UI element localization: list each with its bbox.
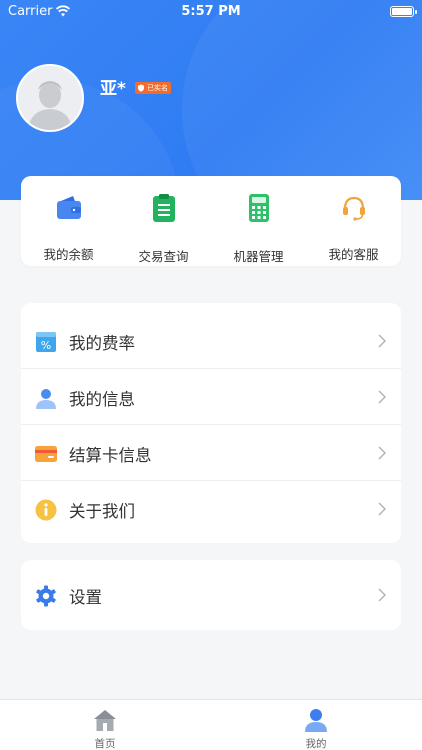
verified-badge: 已实名 (135, 82, 171, 94)
clipboard-icon (152, 194, 175, 222)
menu-card: % 我的费率 我的信息 结算卡信息 关于我们 (21, 303, 401, 543)
home-icon (94, 710, 116, 731)
user-icon (36, 389, 56, 409)
menu-item-about-us[interactable]: 关于我们 (21, 481, 401, 537)
menu-item-about-us-label: 关于我们 (69, 502, 135, 521)
tab-home[interactable]: 首页 (65, 706, 145, 750)
battery-icon (390, 6, 417, 17)
clock: 5:57 PM (181, 4, 241, 19)
menu-item-settlement-card[interactable]: 结算卡信息 (21, 425, 401, 481)
balance-action-label: 我的余额 (43, 247, 94, 262)
tab-bar: 首页 我的 (0, 699, 422, 750)
card-icon (35, 446, 57, 462)
machine-management-action[interactable]: 机器管理 (211, 188, 306, 264)
settings-card: 设置 (21, 560, 401, 630)
balance-action[interactable]: 我的余额 (21, 188, 116, 262)
tab-profile-label: 我的 (305, 738, 327, 750)
menu-item-rate-label: 我的费率 (69, 334, 135, 353)
chevron-right-icon (378, 588, 387, 602)
customer-service-action[interactable]: 我的客服 (306, 188, 401, 262)
headset-icon (342, 196, 365, 221)
machine-management-label: 机器管理 (233, 249, 284, 264)
chevron-right-icon (378, 446, 387, 460)
gear-icon (36, 585, 56, 607)
chevron-right-icon (378, 502, 387, 516)
chevron-right-icon (378, 334, 387, 348)
svg-text:%: % (41, 339, 51, 352)
wallet-icon (56, 196, 81, 219)
transaction-query-label: 交易查询 (138, 249, 189, 264)
customer-service-label: 我的客服 (328, 247, 379, 262)
menu-item-settings[interactable]: 设置 (21, 567, 401, 623)
rate-icon: % (36, 332, 56, 352)
tab-profile[interactable]: 我的 (276, 706, 356, 750)
profile-icon (305, 709, 327, 732)
menu-item-my-info-label: 我的信息 (69, 390, 135, 409)
menu-item-settings-label: 设置 (69, 588, 102, 607)
chevron-right-icon (378, 390, 387, 404)
status-bar: Carrier 5:57 PM (0, 0, 422, 24)
menu-item-rate[interactable]: % 我的费率 (21, 313, 401, 369)
shield-icon (138, 84, 144, 92)
info-icon (35, 499, 57, 521)
user-name: 亚* (100, 79, 126, 99)
header-decoration (182, 0, 422, 200)
avatar[interactable] (16, 64, 84, 132)
profile-header: Carrier 5:57 PM 亚* 已实名 (0, 0, 422, 200)
transaction-query-action[interactable]: 交易查询 (116, 188, 211, 264)
tab-home-label: 首页 (94, 738, 116, 750)
menu-item-my-info[interactable]: 我的信息 (21, 369, 401, 425)
calculator-icon (248, 194, 269, 222)
menu-item-settlement-card-label: 结算卡信息 (69, 446, 152, 465)
avatar-placeholder-icon (18, 66, 82, 130)
verified-badge-label: 已实名 (147, 84, 168, 92)
quick-actions-card: 我的余额 交易查询 机器管理 我的客服 (21, 176, 401, 266)
